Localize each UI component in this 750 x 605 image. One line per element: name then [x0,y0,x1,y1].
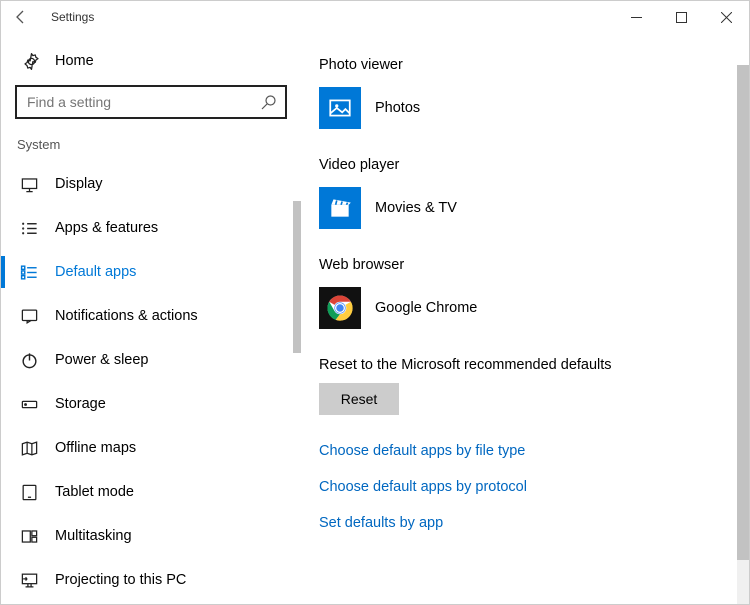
reset-heading: Reset to the Microsoft recommended defau… [319,357,733,373]
monitor-icon [19,174,39,194]
maximize-button[interactable] [659,2,704,32]
close-button[interactable] [704,2,749,32]
home-label: Home [55,53,94,69]
sidebar-item-label: Default apps [55,264,136,280]
app-name: Google Chrome [375,300,477,316]
tablet-icon [19,482,39,502]
movies-tv-icon [319,187,361,229]
sidebar-item-multitasking[interactable]: Multitasking [1,514,301,558]
link-by-file-type[interactable]: Choose default apps by file type [319,443,733,459]
sidebar-item-notifications[interactable]: Notifications & actions [1,294,301,338]
sidebar-item-apps-features[interactable]: Apps & features [1,206,301,250]
sidebar-scrollbar-thumb[interactable] [293,201,301,353]
sidebar-item-storage[interactable]: Storage [1,382,301,426]
chrome-icon [319,287,361,329]
default-apps-icon [19,262,39,282]
photos-icon [319,87,361,129]
nav-home[interactable]: Home [1,45,301,85]
sidebar-item-label: Display [55,176,103,192]
main-content: Photo viewer Photos Video player Movies … [301,33,749,604]
video-player-app[interactable]: Movies & TV [319,185,733,231]
link-by-protocol[interactable]: Choose default apps by protocol [319,479,733,495]
photo-viewer-app[interactable]: Photos [319,85,733,131]
sidebar-item-projecting[interactable]: Projecting to this PC [1,558,301,602]
sidebar-item-label: Tablet mode [55,484,134,500]
back-button[interactable] [9,5,33,29]
window-scrollbar[interactable] [737,65,749,604]
minimize-button[interactable] [614,2,659,32]
sidebar-item-label: Offline maps [55,440,136,456]
app-name: Movies & TV [375,200,457,216]
sidebar-scrollbar[interactable] [293,201,301,604]
notifications-icon [19,306,39,326]
window-title: Settings [51,10,94,24]
storage-icon [19,394,39,414]
sidebar-item-display[interactable]: Display [1,162,301,206]
sidebar-item-label: Notifications & actions [55,308,198,324]
map-icon [19,438,39,458]
sidebar-item-label: Apps & features [55,220,158,236]
titlebar: Settings [1,1,749,33]
projecting-icon [19,570,39,590]
video-player-heading: Video player [319,157,733,173]
reset-button[interactable]: Reset [319,383,399,415]
sidebar: Home System Display Apps & features [1,33,301,604]
sidebar-item-power-sleep[interactable]: Power & sleep [1,338,301,382]
sidebar-item-label: Multitasking [55,528,132,544]
sidebar-item-offline-maps[interactable]: Offline maps [1,426,301,470]
window-scrollbar-thumb[interactable] [737,65,749,560]
sidebar-group-label: System [1,137,301,152]
app-name: Photos [375,100,420,116]
multitasking-icon [19,526,39,546]
sidebar-item-label: Power & sleep [55,352,149,368]
web-browser-app[interactable]: Google Chrome [319,285,733,331]
web-browser-heading: Web browser [319,257,733,273]
link-by-app[interactable]: Set defaults by app [319,515,733,531]
power-icon [19,350,39,370]
list-icon [19,218,39,238]
sidebar-item-default-apps[interactable]: Default apps [1,250,301,294]
gear-icon [21,51,41,71]
sidebar-item-label: Storage [55,396,106,412]
sidebar-item-label: Projecting to this PC [55,572,186,588]
search-icon [261,94,277,110]
search-input[interactable] [15,85,287,119]
sidebar-item-tablet-mode[interactable]: Tablet mode [1,470,301,514]
photo-viewer-heading: Photo viewer [319,57,733,73]
